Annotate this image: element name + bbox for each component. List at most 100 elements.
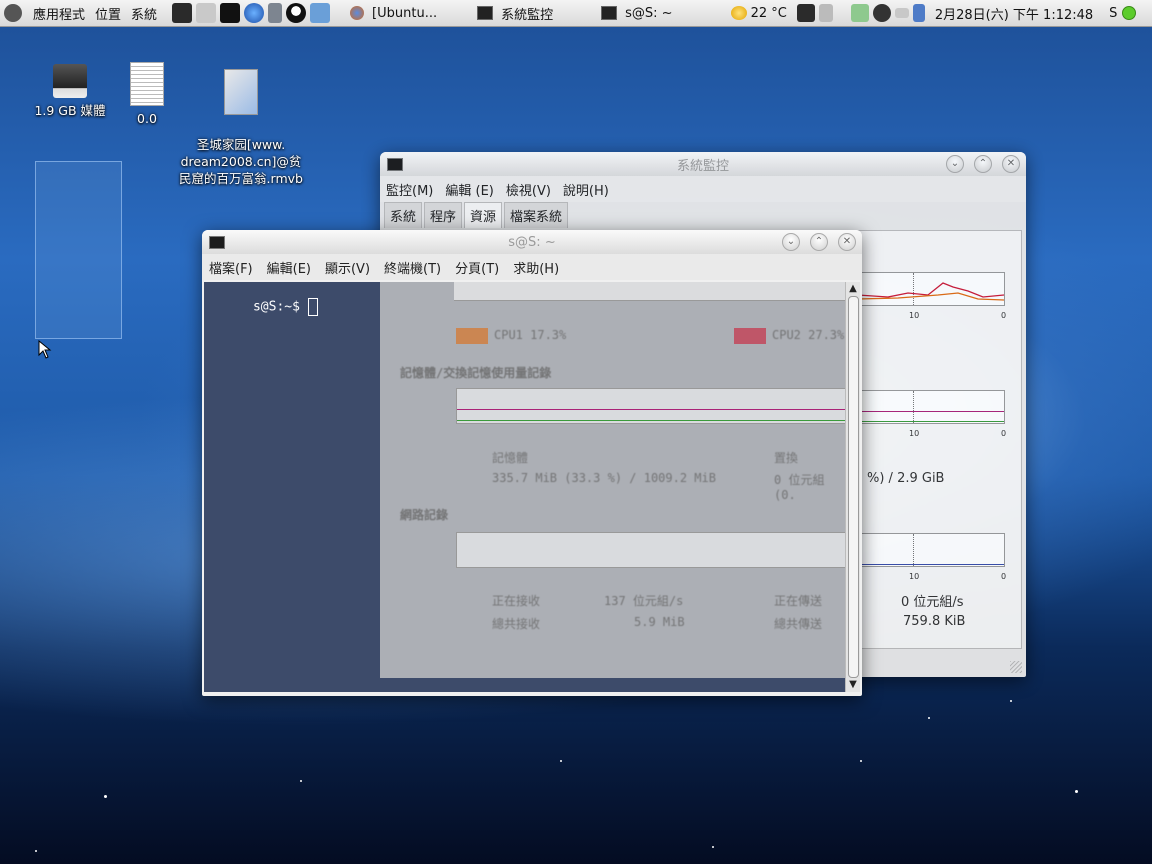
ghost-cpu2-label: CPU2 27.3% bbox=[772, 328, 845, 342]
ghost-cpu1-label: CPU1 17.3% bbox=[494, 328, 567, 342]
menu-view[interactable]: 檢視(V) bbox=[500, 180, 557, 199]
terminal-window: s@S: ~ ⌄ ⌃ ✕ 檔案(F) 編輯(E) 顯示(V) 終端機(T) 分頁… bbox=[202, 230, 862, 696]
maximize-button[interactable]: ⌃ bbox=[810, 233, 828, 251]
star bbox=[712, 846, 714, 848]
user-switcher[interactable]: S bbox=[1105, 0, 1140, 26]
tab-filesystems[interactable]: 檔案系統 bbox=[504, 202, 569, 228]
volume-icon[interactable] bbox=[912, 4, 925, 22]
minimize-button[interactable]: ⌄ bbox=[782, 233, 800, 251]
titlebar[interactable]: s@S: ~ ⌄ ⌃ ✕ bbox=[202, 230, 862, 254]
browser-launcher-icon[interactable] bbox=[244, 3, 265, 23]
send-total-value: 759.8 KiB bbox=[903, 614, 966, 629]
task-firefox-label: [Ubuntu... bbox=[372, 5, 438, 21]
video-file-icon bbox=[224, 69, 258, 115]
taskbar: [Ubuntu... 系統監控 s@S: ~ bbox=[336, 0, 687, 26]
terminal-body[interactable]: CPU1 17.3% CPU2 27.3% 記憶體/交換記憶使用量記錄 記憶體 … bbox=[204, 282, 848, 692]
monitor-applet-icon[interactable] bbox=[796, 4, 815, 22]
menu-help[interactable]: 求助(H) bbox=[506, 258, 566, 277]
tray-area bbox=[791, 0, 931, 26]
menu-terminal[interactable]: 終端機(T) bbox=[377, 258, 448, 277]
x-tick: 0 bbox=[1001, 429, 1007, 438]
maximize-button[interactable]: ⌃ bbox=[974, 155, 992, 173]
ghost-send-total-label: 總共傳送 bbox=[774, 617, 823, 631]
titlebar[interactable]: 系統監控 ⌄ ⌃ ✕ bbox=[380, 152, 1026, 176]
cpu-history-lines bbox=[858, 282, 1004, 301]
scroll-thumb[interactable] bbox=[848, 296, 859, 678]
menu-monitor[interactable]: 監控(M) bbox=[380, 180, 439, 199]
star bbox=[560, 760, 562, 762]
x-tick: 0 bbox=[1001, 572, 1007, 581]
menu-tabs[interactable]: 分頁(T) bbox=[448, 258, 506, 277]
task-firefox[interactable]: [Ubuntu... bbox=[342, 2, 445, 24]
menu-applications[interactable]: 應用程式 bbox=[28, 4, 90, 23]
desktop-icon-file[interactable]: 0.0 bbox=[122, 62, 172, 127]
ghost-network-graph bbox=[456, 532, 848, 568]
shield-icon[interactable] bbox=[872, 4, 891, 22]
text-file-icon bbox=[130, 62, 164, 106]
tab-resources[interactable]: 資源 bbox=[464, 202, 503, 228]
menu-edit[interactable]: 編輯(E) bbox=[260, 258, 318, 277]
ghost-send-label: 正在傳送 bbox=[774, 594, 823, 608]
menu-help[interactable]: 說明(H) bbox=[557, 180, 615, 199]
main-menu[interactable]: 應用程式 位置 系統 bbox=[0, 0, 166, 26]
ghost-cpu2-swatch bbox=[734, 328, 766, 344]
tab-system[interactable]: 系統 bbox=[384, 202, 423, 228]
window-icon bbox=[477, 6, 494, 20]
shell-prompt: s@S:~$ bbox=[252, 299, 308, 315]
system-monitor-launcher-icon[interactable] bbox=[172, 3, 193, 23]
virtualbox-launcher-icon[interactable] bbox=[310, 3, 331, 23]
ghost-recv-value: 137 位元組/s bbox=[604, 594, 684, 608]
x-tick: 0 bbox=[1001, 311, 1007, 320]
trash-icon[interactable] bbox=[818, 4, 833, 22]
close-button[interactable]: ✕ bbox=[838, 233, 856, 251]
weather-applet[interactable]: 22 °C bbox=[727, 0, 791, 26]
ghost-memory-title: 記憶體/交換記憶使用量記錄 bbox=[400, 366, 552, 380]
task-terminal[interactable]: s@S: ~ bbox=[593, 2, 680, 24]
ghost-recv-total-label: 總共接收 bbox=[492, 617, 541, 631]
ghost-memory-value: 335.7 MiB (33.3 %) / 1009.2 MiB bbox=[492, 471, 716, 485]
top-panel: 應用程式 位置 系統 [Ubuntu... 系統監控 s@S: ~ 22 °C bbox=[0, 0, 1152, 27]
tools-launcher-icon[interactable] bbox=[268, 3, 283, 23]
terminal-launcher-icon[interactable] bbox=[220, 3, 241, 23]
gnome-foot-icon[interactable] bbox=[4, 4, 22, 22]
star bbox=[300, 780, 302, 782]
star bbox=[1075, 790, 1078, 793]
ghost-cpu1-swatch bbox=[456, 328, 488, 344]
file-manager-launcher-icon[interactable] bbox=[196, 3, 217, 23]
resize-grip[interactable] bbox=[1010, 661, 1022, 673]
terminal-scrollbar[interactable]: ▲ ▼ bbox=[845, 282, 860, 692]
tab-processes[interactable]: 程序 bbox=[424, 202, 463, 228]
ghost-recv-total-value: 5.9 MiB bbox=[634, 615, 685, 629]
task-system-monitor[interactable]: 系統監控 bbox=[469, 2, 561, 24]
desktop-icon-label: 0.0 bbox=[137, 111, 157, 126]
x-tick: 10 bbox=[909, 572, 920, 581]
scroll-up-arrow[interactable]: ▲ bbox=[846, 282, 860, 296]
task-terminal-label: s@S: ~ bbox=[625, 5, 673, 21]
window-icon bbox=[601, 6, 618, 20]
menu-file[interactable]: 檔案(F) bbox=[202, 258, 260, 277]
star bbox=[1010, 700, 1012, 702]
clock-text: 2月28日(六) 下午 1:12:48 bbox=[934, 7, 1094, 23]
qq-penguin-icon[interactable] bbox=[286, 3, 307, 23]
menu-view[interactable]: 顯示(V) bbox=[318, 258, 377, 277]
window-icon bbox=[387, 157, 403, 171]
clock[interactable]: 2月28日(六) 下午 1:12:48 bbox=[931, 0, 1097, 26]
firefox-icon bbox=[350, 6, 365, 20]
ghost-memory-label: 記憶體 bbox=[492, 451, 529, 465]
send-rate-value: 0 位元組/s bbox=[901, 595, 964, 610]
mouse-cursor-icon bbox=[38, 340, 52, 359]
x-tick: 10 bbox=[909, 429, 920, 438]
desktop-icon-video[interactable]: 圣城家园[www. dream2008.cn]@贫 民窟的百万富翁.rmvb bbox=[170, 52, 312, 187]
desktop-icon-label: 1.9 GB 媒體 bbox=[34, 103, 106, 118]
window-title: 系統監控 bbox=[676, 158, 729, 174]
scroll-down-arrow[interactable]: ▼ bbox=[846, 678, 860, 692]
close-button[interactable]: ✕ bbox=[1002, 155, 1020, 173]
keyboard-icon[interactable] bbox=[894, 8, 909, 18]
desktop-icon-media[interactable]: 1.9 GB 媒體 bbox=[30, 64, 110, 119]
swap-line bbox=[858, 421, 1004, 422]
menu-system[interactable]: 系統 bbox=[126, 4, 162, 23]
menu-places[interactable]: 位置 bbox=[90, 4, 126, 23]
minimize-button[interactable]: ⌄ bbox=[946, 155, 964, 173]
network-icon[interactable] bbox=[850, 4, 869, 22]
menu-edit[interactable]: 編輯 (E) bbox=[439, 180, 500, 199]
